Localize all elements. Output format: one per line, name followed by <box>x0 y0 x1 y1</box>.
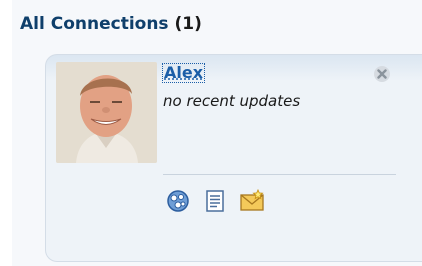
card-divider <box>163 174 396 175</box>
network-icon[interactable] <box>165 188 191 214</box>
header-title: All Connections <box>20 14 169 34</box>
close-icon[interactable] <box>372 64 392 84</box>
mail-invite-icon[interactable] <box>239 188 265 214</box>
connections-header: All Connections (1) <box>20 14 202 34</box>
connections-count: (1) <box>174 14 202 34</box>
connection-name-link[interactable]: Alex <box>161 63 206 83</box>
connection-status: no recent updates <box>163 92 301 110</box>
avatar[interactable] <box>56 62 157 163</box>
connection-actions <box>165 188 265 214</box>
document-icon[interactable] <box>202 188 228 214</box>
